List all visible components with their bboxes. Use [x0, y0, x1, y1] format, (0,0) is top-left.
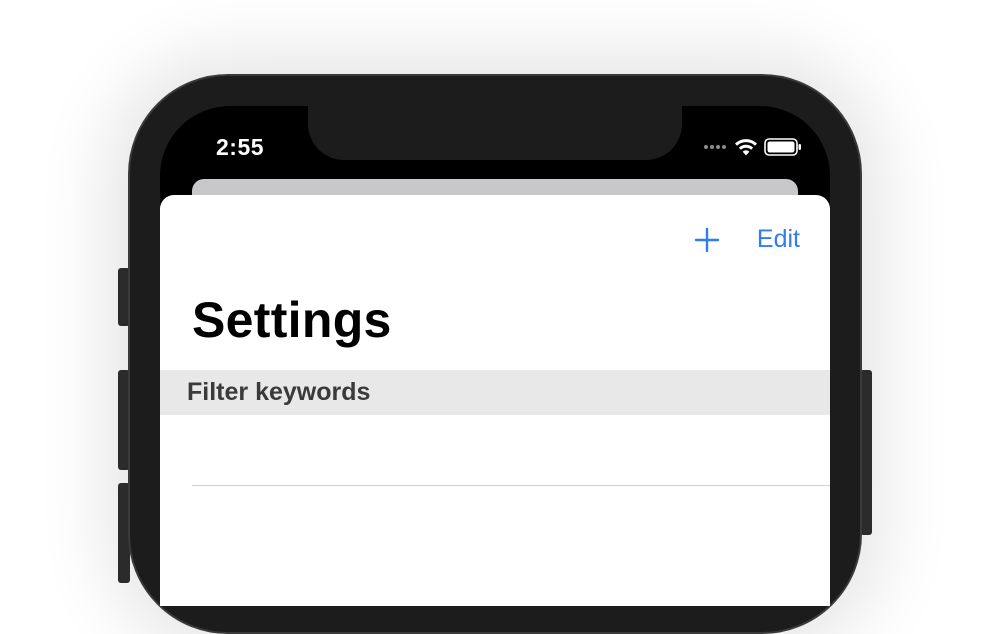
- phone-screen: 2:55 Edit Settings Filter keywords: [160, 106, 830, 606]
- page-title: Settings: [192, 292, 392, 348]
- settings-sheet: Edit Settings Filter keywords: [160, 195, 830, 606]
- list-item[interactable]: [160, 415, 830, 486]
- section-header-label: Filter keywords: [187, 378, 371, 406]
- status-icons: [704, 136, 802, 158]
- cellular-dots-icon: [704, 145, 726, 149]
- edit-button[interactable]: Edit: [757, 227, 800, 252]
- status-time: 2:55: [216, 134, 265, 160]
- notch: [308, 106, 682, 160]
- navigation-bar: Edit: [160, 195, 830, 285]
- plus-icon[interactable]: [692, 225, 722, 255]
- section-header: Filter keywords: [160, 370, 830, 415]
- wifi-icon: [735, 139, 757, 156]
- battery-icon: [764, 138, 801, 156]
- row-separator: [192, 485, 830, 486]
